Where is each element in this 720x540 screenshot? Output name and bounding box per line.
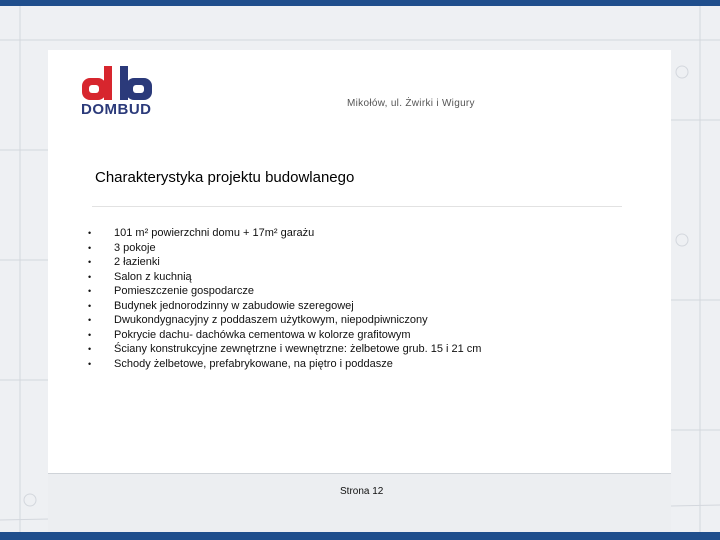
bullet-text: Budynek jednorodzinny w zabudowie szereg… — [114, 299, 354, 312]
bullet-text: Dwukondygnacyjny z poddaszem użytkowym, … — [114, 314, 428, 326]
logo-text: DOMBUD — [81, 101, 152, 118]
footer-band — [48, 473, 671, 533]
bullet-icon: • — [88, 257, 92, 267]
bullet-text: 2 łazienki — [114, 256, 160, 268]
bullet-text: Ściany konstrukcyjne zewnętrzne i wewnęt… — [114, 343, 482, 355]
bottom-accent-bar — [0, 532, 720, 540]
bullet-icon: • — [88, 300, 92, 311]
top-accent-bar — [0, 0, 720, 6]
bullet-text: 3 pokoje — [114, 241, 156, 254]
page-number: Strona 12 — [340, 486, 384, 497]
bullet-text: Pomieszczenie gospodarcze — [114, 285, 255, 297]
bullet-icon: • — [88, 242, 92, 253]
bullet-text: Salon z kuchnią — [114, 270, 192, 283]
bullet-icon: • — [88, 358, 92, 369]
bullet-text: Schody żelbetowe, prefabrykowane, na pię… — [114, 357, 393, 370]
bullet-icon: • — [88, 329, 92, 340]
bullet-icon: • — [88, 228, 92, 238]
bullet-icon: • — [88, 315, 92, 325]
slide-title: Charakterystyka projektu budowlanego — [95, 169, 355, 186]
bullet-icon: • — [88, 286, 92, 296]
bullet-text: 101 m² powierzchni domu + 17m² garażu — [114, 227, 315, 239]
bullet-text: Pokrycie dachu- dachówka cementowa w kol… — [114, 328, 411, 341]
title-divider — [92, 206, 622, 207]
address-text: Mikołów, ul. Żwirki i Wigury — [347, 98, 475, 109]
bullet-icon: • — [88, 271, 92, 282]
bullet-icon: • — [88, 344, 92, 354]
